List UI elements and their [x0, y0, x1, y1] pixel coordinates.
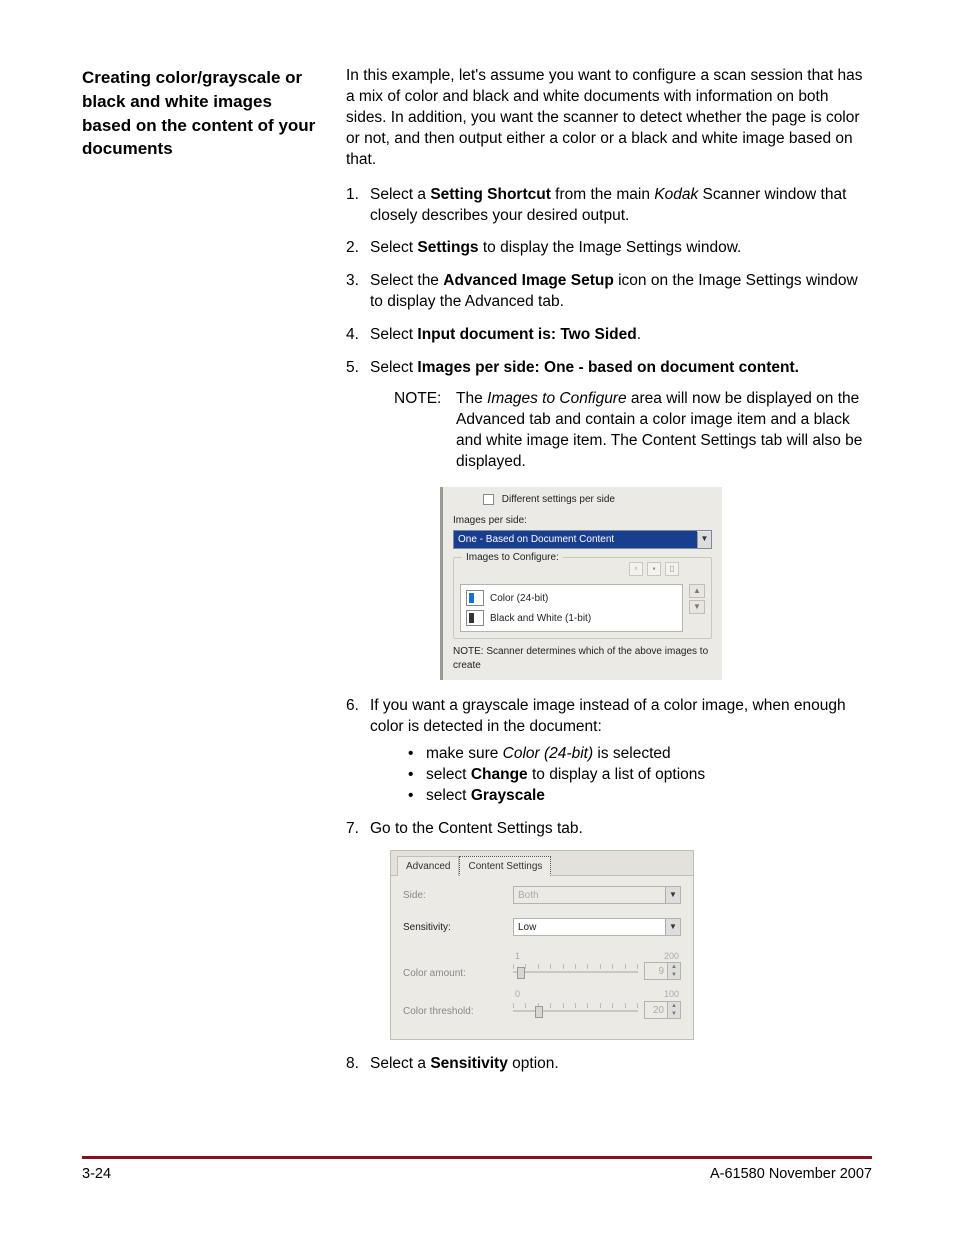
screenshot-content-settings: Advanced Content Settings Side: Both ▼	[390, 850, 694, 1040]
images-per-side-label: Images per side:	[453, 514, 712, 528]
color-threshold-max: 100	[664, 988, 679, 1000]
group-title: Images to Configure:	[462, 551, 563, 565]
color-amount-row: Color amount: 1 200	[403, 950, 681, 980]
side-row: Side: Both ▼	[403, 886, 681, 904]
spin-up-icon[interactable]: ▲	[667, 963, 680, 971]
step-7: 7. Go to the Content Settings tab. Advan…	[346, 819, 872, 1040]
section-heading: Creating color/grayscale or black and wh…	[82, 66, 318, 1086]
checkbox-different-settings[interactable]	[483, 494, 494, 505]
chevron-down-icon: ▼	[665, 887, 680, 903]
slider-thumb-icon[interactable]	[535, 1006, 543, 1018]
move-up-icon[interactable]: ▲	[689, 584, 705, 598]
step-1: 1. Select a Setting Shortcut from the ma…	[346, 185, 872, 227]
move-down-icon[interactable]: ▼	[689, 600, 705, 614]
body-column: In this example, let's assume you want t…	[346, 66, 872, 1086]
screenshot-images-to-configure: Different settings per side Images per s…	[440, 487, 722, 681]
checkbox-label: Different settings per side	[502, 494, 615, 505]
bullet-3: select Grayscale	[408, 786, 872, 807]
color-amount-slider[interactable]	[513, 964, 638, 978]
step-3: 3. Select the Advanced Image Setup icon …	[346, 271, 872, 313]
color-amount-spinner[interactable]: 9 ▲▼	[644, 962, 681, 980]
color-thumb-icon	[466, 590, 484, 606]
spin-down-icon[interactable]: ▼	[667, 1010, 680, 1018]
tabs-row: Advanced Content Settings	[391, 851, 693, 877]
screenshot-footnote: NOTE: Scanner determines which of the ab…	[453, 645, 712, 672]
note-label: NOTE:	[394, 389, 450, 473]
color-amount-min: 1	[515, 950, 520, 962]
color-threshold-row: Color threshold: 0 100	[403, 988, 681, 1018]
side-select[interactable]: Both ▼	[513, 886, 681, 904]
change-icon[interactable]: ▪	[647, 562, 661, 576]
spin-down-icon[interactable]: ▼	[667, 971, 680, 979]
step-4: 4. Select Input document is: Two Sided.	[346, 325, 872, 346]
page-footer: 3-24 A-61580 November 2007	[82, 1156, 872, 1185]
chevron-down-icon[interactable]: ▼	[665, 919, 680, 935]
step-2: 2. Select Settings to display the Image …	[346, 238, 872, 259]
tab-advanced[interactable]: Advanced	[397, 856, 459, 877]
content-row: Creating color/grayscale or black and wh…	[82, 66, 872, 1086]
images-per-side-combo[interactable]: One - Based on Document Content ▼	[453, 530, 712, 550]
bullet-1: make sure Color (24-bit) is selected	[408, 744, 872, 765]
image-list: Color (24-bit) Black and White (1-bit)	[460, 584, 683, 632]
images-to-configure-group: Images to Configure: ▫ ▪ ▯ Col	[453, 557, 712, 639]
bw-thumb-icon	[466, 610, 484, 626]
list-item-color[interactable]: Color (24-bit)	[464, 588, 679, 608]
chevron-down-icon[interactable]: ▼	[697, 532, 711, 548]
color-amount-max: 200	[664, 950, 679, 962]
color-threshold-label: Color threshold:	[403, 1005, 513, 1019]
spin-up-icon[interactable]: ▲	[667, 1002, 680, 1010]
combo-value: One - Based on Document Content	[454, 531, 697, 549]
color-threshold-min: 0	[515, 988, 520, 1000]
reorder-buttons: ▲ ▼	[689, 584, 705, 632]
doc-id-date: A-61580 November 2007	[710, 1165, 872, 1185]
step-6-bullets: make sure Color (24-bit) is selected sel…	[370, 744, 872, 807]
tab-body: Side: Both ▼ Sensitivity: Low ▼	[391, 876, 693, 1028]
delete-icon[interactable]: ▯	[665, 562, 679, 576]
steps-list: 1. Select a Setting Shortcut from the ma…	[346, 185, 872, 1075]
step-5-note: NOTE: The Images to Configure area will …	[370, 389, 872, 473]
group-toolbar: ▫ ▪ ▯	[629, 562, 679, 576]
tab-content-settings[interactable]: Content Settings	[459, 856, 551, 877]
step-6: 6. If you want a grayscale image instead…	[346, 696, 872, 807]
sensitivity-label: Sensitivity:	[403, 921, 513, 935]
note-text: The Images to Configure area will now be…	[456, 389, 872, 473]
slider-thumb-icon[interactable]	[517, 967, 525, 979]
page-number: 3-24	[82, 1165, 111, 1185]
color-threshold-spinner[interactable]: 20 ▲▼	[644, 1001, 681, 1019]
checkbox-row: Different settings per side	[453, 493, 712, 507]
step-8: 8. Select a Sensitivity option.	[346, 1054, 872, 1075]
bullet-2: select Change to display a list of optio…	[408, 765, 872, 786]
sensitivity-select[interactable]: Low ▼	[513, 918, 681, 936]
document-page: Creating color/grayscale or black and wh…	[0, 0, 954, 1235]
step-5: 5. Select Images per side: One - based o…	[346, 358, 872, 680]
side-label: Side:	[403, 889, 513, 903]
add-icon[interactable]: ▫	[629, 562, 643, 576]
list-item-bw[interactable]: Black and White (1-bit)	[464, 608, 679, 628]
color-threshold-slider[interactable]	[513, 1003, 638, 1017]
sensitivity-row: Sensitivity: Low ▼	[403, 918, 681, 936]
color-amount-label: Color amount:	[403, 967, 513, 981]
intro-paragraph: In this example, let's assume you want t…	[346, 66, 872, 171]
